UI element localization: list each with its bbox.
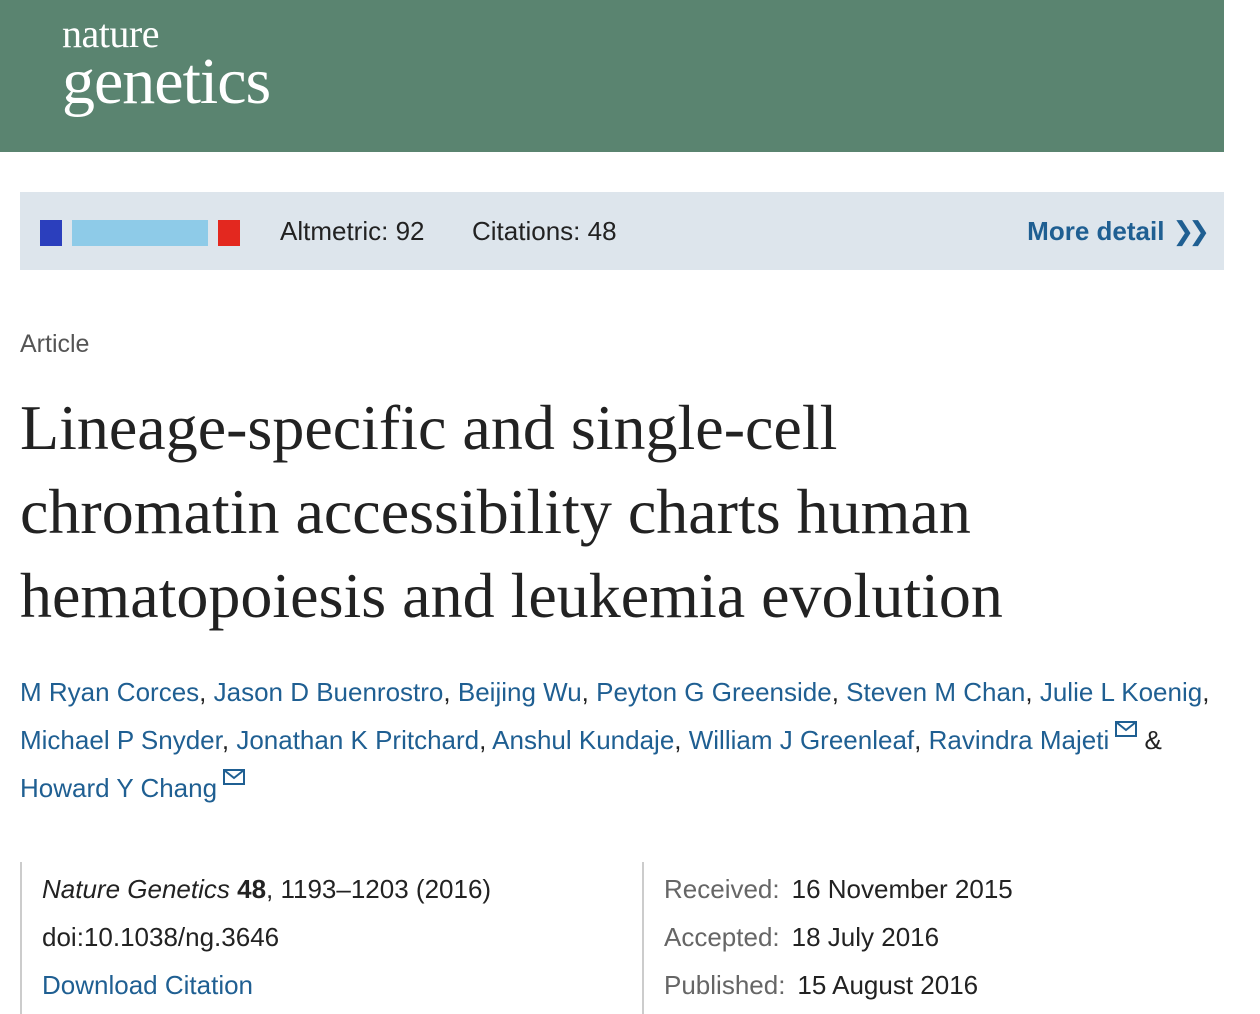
more-detail-link[interactable]: More detail ❯❯ (1027, 216, 1210, 246)
ampersand: & (1144, 725, 1162, 755)
published-value: 15 August 2016 (797, 970, 979, 1000)
citation-info: Nature Genetics 48, 1193–1203 (2016) doi… (20, 862, 642, 1014)
email-icon[interactable] (223, 769, 246, 785)
author-link[interactable]: Peyton G Greenside (596, 677, 832, 707)
published-date: Published: 15 August 2016 (664, 970, 978, 1000)
author-link[interactable]: Anshul Kundaje (492, 725, 674, 755)
accepted-date: Accepted: 18 July 2016 (664, 922, 939, 952)
accepted-value: 18 July 2016 (791, 922, 940, 952)
accepted-label: Accepted: (664, 922, 780, 952)
altmetric-segment-red (218, 220, 240, 246)
author-link[interactable]: William J Greenleaf (689, 725, 914, 755)
journal-name: Nature Genetics (42, 874, 230, 904)
author-link[interactable]: M Ryan Corces (20, 677, 199, 707)
citations-count: Citations: 48 (472, 216, 617, 246)
author-link[interactable]: Jason D Buenrostro (214, 677, 444, 707)
author-list: M Ryan Corces, Jason D Buenrostro, Beiji… (20, 677, 1210, 803)
pages-year: , 1193–1203 (2016) (266, 874, 492, 904)
title-line: hematopoiesis and leukemia evolution (20, 560, 1003, 631)
publication-dates: Received: 16 November 2015 Accepted: 18 Ju… (642, 862, 1224, 1014)
received-label: Received: (664, 874, 780, 904)
author-link[interactable]: Beijing Wu (458, 677, 582, 707)
author-link[interactable]: Steven M Chan (846, 677, 1025, 707)
doi: doi:10.1038/ng.3646 (42, 922, 280, 952)
email-icon[interactable] (1115, 721, 1138, 737)
download-citation-link[interactable]: Download Citation (42, 970, 253, 1000)
double-chevron-right-icon: ❯❯ (1172, 216, 1209, 246)
received-date: Received: 16 November 2015 (664, 874, 1013, 904)
published-label: Published: (664, 970, 786, 1000)
author-link[interactable]: Jonathan K Pritchard (236, 725, 479, 755)
altmetric-score: Altmetric: 92 (280, 216, 425, 246)
author-link[interactable]: Julie L Koenig (1040, 677, 1202, 707)
article-type: Article (20, 330, 90, 358)
author-link[interactable]: Ravindra Majeti (929, 725, 1110, 755)
author-link[interactable]: Michael P Snyder (20, 725, 222, 755)
article-title: Lineage-specific and single-cell chromat… (20, 386, 1220, 638)
altmetric-segment-blue (40, 220, 62, 246)
volume: 48 (237, 874, 267, 904)
masthead: nature genetics (0, 0, 1224, 152)
altmetric-badge[interactable] (40, 220, 240, 246)
journal-logo[interactable]: nature genetics (62, 14, 271, 118)
logo-line-genetics: genetics (62, 45, 271, 118)
title-line: chromatin accessibility charts human (20, 476, 971, 547)
more-detail-label: More detail (1027, 216, 1165, 246)
author-link[interactable]: Howard Y Chang (20, 773, 217, 803)
received-value: 16 November 2015 (791, 874, 1013, 904)
metrics-bar: Altmetric: 92 Citations: 48 More detail ❯… (20, 192, 1224, 270)
altmetric-segment-lightblue (72, 220, 208, 246)
title-line: Lineage-specific and single-cell (20, 392, 838, 463)
journal-reference: Nature Genetics 48, 1193–1203 (2016) (42, 874, 491, 904)
